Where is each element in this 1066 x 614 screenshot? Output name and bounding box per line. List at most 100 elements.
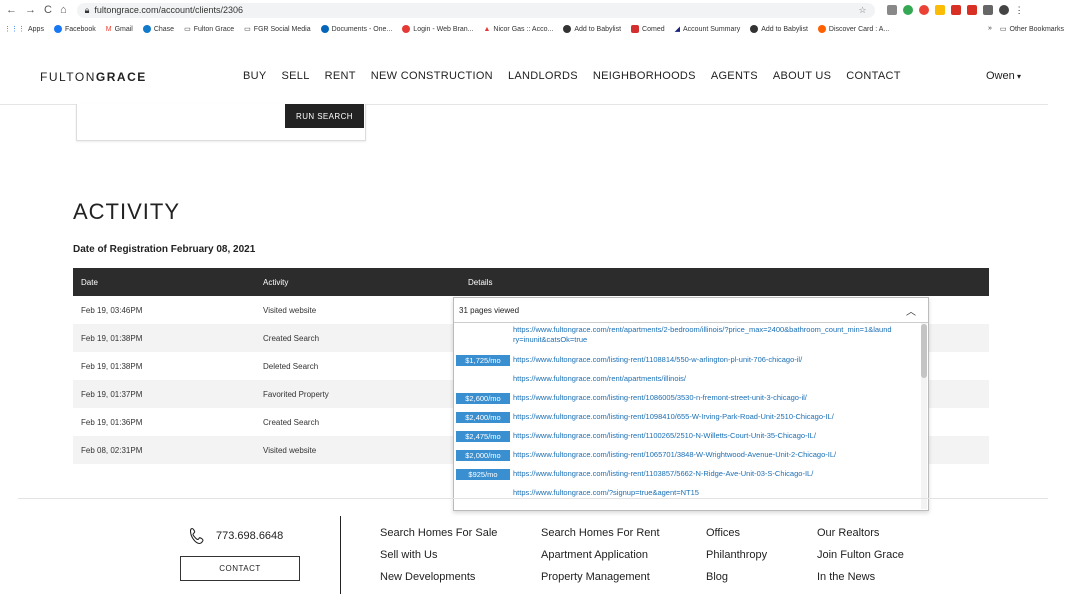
nav-landlords[interactable]: LANDLORDS [508,70,578,82]
bookmark-item[interactable]: Add to Babylist [563,25,621,33]
price-badge: $2,475/mo [456,431,510,442]
page-url[interactable]: https://www.fultongrace.com/rent/apartme… [513,323,893,345]
price-badge: $1,725/mo [456,355,510,366]
row-activity: Created Search [255,324,460,352]
address-bar[interactable]: 🔒︎ fultongrace.com/account/clients/2306 … [76,2,875,18]
list-item[interactable]: $2,000/mo https://www.fultongrace.com/li… [454,448,920,467]
footer-link[interactable]: Offices [706,527,767,549]
nav-neighborhoods[interactable]: NEIGHBORHOODS [593,70,696,82]
footer-col-4: Our Realtors Join Fulton Grace In the Ne… [817,527,904,593]
nav-sell[interactable]: SELL [282,70,310,82]
contact-button[interactable]: CONTACT [180,556,300,581]
star-icon[interactable]: ☆ [859,5,867,16]
forward-icon[interactable]: → [25,4,36,16]
footer-link[interactable]: Blog [706,571,767,593]
footer-link[interactable]: Our Realtors [817,527,904,549]
footer-link[interactable]: Philanthropy [706,549,767,571]
bookmark-item[interactable]: ◢ Account Summary [675,25,741,34]
extension-icon[interactable] [934,4,945,15]
site-logo[interactable]: FULTONGRACE [40,70,147,84]
home-icon[interactable]: ⌂ [60,4,67,16]
footer-vertical-divider [340,516,341,594]
bookmark-item[interactable]: ▭ Fulton Grace [184,25,234,34]
pages-viewed-dropdown[interactable]: 31 pages viewed ︿ https://www.fultongrac… [453,297,929,511]
list-item[interactable]: https://www.fultongrace.com/rent/apartme… [454,372,920,391]
url-text: fultongrace.com/account/clients/2306 [94,5,243,15]
nav-agents[interactable]: AGENTS [711,70,758,82]
bookmark-item[interactable]: Discover Card : A... [817,25,889,33]
column-details: Details [460,268,989,296]
page-url[interactable]: https://www.fultongrace.com/listing-rent… [513,391,807,403]
nav-rent[interactable]: RENT [325,70,356,82]
bookmark-item[interactable]: ▭ FGR Social Media [244,25,310,34]
page-url[interactable]: https://www.fultongrace.com/?signup=true… [513,486,699,498]
footer-link[interactable]: Search Homes For Rent [541,527,660,549]
dropdown-selected[interactable]: 31 pages viewed ︿ [454,298,928,323]
bookmark-item[interactable]: Comed [631,25,665,33]
facebook-icon [53,25,62,33]
bookmark-item[interactable]: Chase [142,25,174,33]
nav-about-us[interactable]: ABOUT US [773,70,831,82]
footer-col-3: Offices Philanthropy Blog [706,527,767,593]
bookmark-apps[interactable]: ⋮⋮⋮ Apps [4,25,44,34]
nav-contact[interactable]: CONTACT [846,70,900,82]
menu-icon[interactable]: ⋮ [1015,5,1024,16]
bookmarks-bar: ⋮⋮⋮ Apps Facebook M Gmail Chase ▭ Fulton Gr… [0,22,1066,36]
apps-icon: ⋮⋮⋮ [4,26,25,33]
extension-icon[interactable] [886,4,897,15]
bookmark-item[interactable]: ▲ Nicor Gas :: Acco... [483,26,553,33]
dropdown-scrollbar[interactable] [921,323,927,509]
run-search-button[interactable]: RUN SEARCH [285,104,364,128]
back-icon[interactable]: ← [6,4,17,16]
list-item[interactable]: $2,475/mo https://www.fultongrace.com/li… [454,429,920,448]
page-url[interactable]: https://www.fultongrace.com/listing-rent… [513,429,816,441]
profile-avatar[interactable] [998,4,1009,15]
page-url[interactable]: https://www.fultongrace.com/listing-rent… [513,353,802,365]
footer-link[interactable]: Sell with Us [380,549,497,571]
nav-new-construction[interactable]: NEW CONSTRUCTION [371,70,493,82]
list-item[interactable]: https://www.fultongrace.com/?signup=true… [454,486,920,505]
page-url[interactable]: https://www.fultongrace.com/listing-rent… [513,467,813,479]
footer-col-1: Search Homes For Sale Sell with Us New D… [380,527,497,593]
bookmark-item[interactable]: Add to Babylist [750,25,808,33]
bookmark-item[interactable]: M Gmail [106,26,133,33]
price-badge: $2,000/mo [456,450,510,461]
footer-link[interactable]: Join Fulton Grace [817,549,904,571]
bookmark-item[interactable]: Login - Web Bran... [402,25,473,33]
list-item[interactable]: $925/mo https://www.fultongrace.com/list… [454,467,920,486]
reload-icon[interactable]: C [44,4,52,16]
footer-link[interactable]: Search Homes For Sale [380,527,497,549]
row-activity: Visited website [255,436,460,464]
chevron-up-icon[interactable]: ︿ [906,303,916,318]
scrollbar-thumb[interactable] [921,324,927,378]
user-menu[interactable]: Owen ▾ [986,70,1021,82]
dropdown-list: https://www.fultongrace.com/rent/apartme… [454,323,920,509]
footer-link[interactable]: Property Management [541,571,660,593]
extension-icon[interactable] [918,4,929,15]
page-url[interactable]: https://www.fultongrace.com/listing-rent… [513,410,834,422]
extension-icon[interactable] [902,4,913,15]
bookmark-item[interactable]: Documents - One... [320,25,392,33]
footer-phone[interactable]: 773.698.6648 [188,526,283,546]
page-url[interactable]: https://www.fultongrace.com/listing-rent… [513,448,836,460]
row-date: Feb 19, 01:38PM [73,352,255,380]
bookmark-item[interactable]: Facebook [53,25,96,33]
list-item[interactable]: $1,725/mo https://www.fultongrace.com/li… [454,353,920,372]
site-header: FULTONGRACE BUY SELL RENT NEW CONSTRUCTI… [0,36,1048,105]
nav-buy[interactable]: BUY [243,70,267,82]
extension-icon[interactable] [950,4,961,15]
folder-icon: ▭ [244,26,251,33]
other-bookmarks[interactable]: ▭ Other Bookmarks [1000,25,1064,34]
footer-link[interactable]: New Developments [380,571,497,593]
list-item[interactable]: https://www.fultongrace.com/rent/apartme… [454,323,920,353]
row-activity: Visited website [255,296,460,324]
page-url[interactable]: https://www.fultongrace.com/rent/apartme… [513,372,686,384]
bookmarks-more[interactable]: » [988,25,992,33]
footer-link[interactable]: Apartment Application [541,549,660,571]
list-item[interactable]: $2,600/mo https://www.fultongrace.com/li… [454,391,920,410]
row-date: Feb 08, 02:31PM [73,436,255,464]
extension-icon[interactable] [982,4,993,15]
footer-link[interactable]: In the News [817,571,904,593]
extension-icon[interactable] [966,4,977,15]
list-item[interactable]: $2,400/mo https://www.fultongrace.com/li… [454,410,920,429]
